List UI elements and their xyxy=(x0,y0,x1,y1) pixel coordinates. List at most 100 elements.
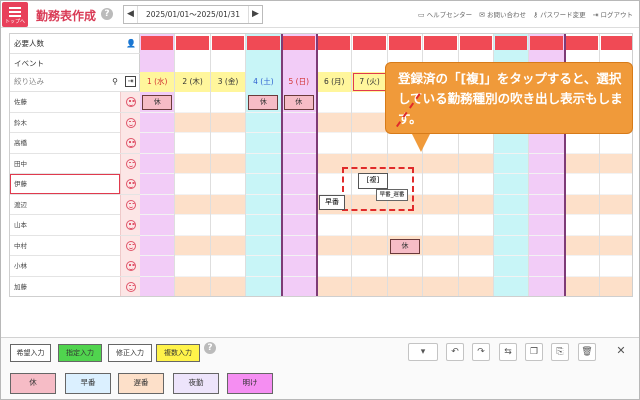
shift-cell[interactable] xyxy=(281,256,316,277)
shift-cell[interactable] xyxy=(494,154,529,174)
day-header[interactable]: 7 (火) xyxy=(352,72,387,92)
shift-type-button[interactable]: 休 xyxy=(10,373,56,394)
shift-cell[interactable] xyxy=(564,235,600,256)
shift-cell[interactable] xyxy=(246,133,281,154)
shift-cell[interactable] xyxy=(210,235,246,256)
filter-row[interactable]: 絞り込み ⚲ ⇥ xyxy=(10,72,140,92)
shift-cell[interactable] xyxy=(352,276,387,296)
search-plus-icon[interactable]: ⚲ xyxy=(112,77,118,87)
face-icon[interactable] xyxy=(120,133,140,153)
shift-cell[interactable] xyxy=(246,236,281,256)
face-icon[interactable] xyxy=(120,92,140,112)
shift-cell[interactable] xyxy=(458,194,493,215)
day-header[interactable]: 3 (金) xyxy=(210,72,246,92)
staff-row[interactable]: 田中 xyxy=(10,153,140,174)
shift-cell[interactable] xyxy=(281,195,316,215)
shift-cell[interactable] xyxy=(529,195,564,215)
shift-cell[interactable] xyxy=(564,256,600,277)
shift-cell[interactable] xyxy=(387,215,423,236)
shift-cell[interactable] xyxy=(140,133,175,154)
shift-cell[interactable] xyxy=(140,277,174,297)
shift-cell[interactable] xyxy=(564,153,600,174)
shift-mark[interactable]: 休 xyxy=(248,95,279,110)
staff-name[interactable]: 田中 xyxy=(14,154,27,174)
shift-cell[interactable] xyxy=(458,215,493,236)
face-icon[interactable] xyxy=(120,235,140,256)
shift-type-button[interactable]: 明け xyxy=(227,373,273,394)
mode-button[interactable]: 修正入力 xyxy=(108,344,152,362)
shift-cell[interactable] xyxy=(281,113,316,133)
shift-cell[interactable] xyxy=(281,154,316,174)
shift-cell[interactable] xyxy=(210,215,246,236)
staff-row[interactable]: 山本 xyxy=(10,215,140,236)
shift-cell[interactable] xyxy=(175,133,210,154)
staff-name[interactable]: 山本 xyxy=(14,215,27,235)
shift-cell[interactable] xyxy=(317,276,352,296)
shift-cell[interactable] xyxy=(317,256,352,277)
shift-cell[interactable] xyxy=(529,277,563,297)
shift-cell[interactable] xyxy=(246,256,281,277)
day-header[interactable]: 1 (水) xyxy=(140,72,175,92)
prev-period-button[interactable]: ◀ xyxy=(124,6,138,23)
day-header[interactable]: 6 (月) xyxy=(317,72,352,92)
shift-cell[interactable] xyxy=(529,215,564,236)
staff-row[interactable]: 渡辺 xyxy=(10,194,140,215)
shift-cell[interactable] xyxy=(175,256,210,277)
dropdown-icon[interactable]: ▾ xyxy=(408,343,438,361)
shift-cell[interactable] xyxy=(175,112,210,133)
shift-cell[interactable]: 休 xyxy=(140,92,175,113)
shift-cell[interactable] xyxy=(210,256,246,277)
shift-cell[interactable] xyxy=(210,174,246,195)
shift-cell[interactable] xyxy=(423,153,458,174)
shift-cell[interactable] xyxy=(458,235,493,256)
shift-cell[interactable] xyxy=(564,276,600,296)
face-icon[interactable] xyxy=(120,112,140,133)
shift-cell[interactable] xyxy=(246,215,281,236)
shift-cell[interactable] xyxy=(387,256,423,277)
shift-cell[interactable] xyxy=(282,277,316,297)
shift-cell[interactable]: 休 xyxy=(387,235,423,256)
shift-cell[interactable] xyxy=(246,277,280,297)
staff-name[interactable]: 小林 xyxy=(14,256,27,276)
shift-cell[interactable] xyxy=(352,92,387,113)
shift-cell[interactable] xyxy=(210,276,246,296)
shift-cell[interactable] xyxy=(600,256,632,277)
header-link-label[interactable]: ヘルプセンター xyxy=(427,11,473,19)
shift-cell[interactable] xyxy=(529,174,564,195)
shift-cell[interactable] xyxy=(494,215,529,236)
shift-cell[interactable] xyxy=(140,256,175,277)
shift-mark[interactable]: 休 xyxy=(389,238,420,254)
shift-cell[interactable] xyxy=(529,236,564,256)
shift-cell[interactable] xyxy=(529,133,564,154)
multi-shift-tag[interactable]: [複] xyxy=(358,173,388,189)
shift-cell[interactable] xyxy=(458,276,493,296)
shift-cell[interactable] xyxy=(423,174,458,195)
shift-cell[interactable] xyxy=(494,277,528,297)
shift-cell[interactable] xyxy=(600,235,632,256)
shift-cell[interactable] xyxy=(529,256,564,277)
face-icon[interactable] xyxy=(120,153,140,174)
shift-cell[interactable] xyxy=(600,174,632,195)
shift-cell[interactable] xyxy=(317,112,352,133)
staff-row[interactable]: 佐藤 xyxy=(10,92,140,113)
shift-cell[interactable] xyxy=(317,133,352,154)
header-link-logout[interactable]: ⇥ ログアウト xyxy=(593,11,633,19)
shift-cell[interactable] xyxy=(140,195,175,215)
staff-name[interactable]: 佐藤 xyxy=(14,92,27,112)
shift-type-button[interactable]: 早番 xyxy=(65,373,111,394)
staff-row[interactable]: 中村 xyxy=(10,235,140,256)
shift-cell[interactable] xyxy=(600,153,632,174)
trash-icon[interactable]: 🗑 xyxy=(578,343,596,361)
staff-row[interactable]: 高橋 xyxy=(10,133,140,154)
copy-icon[interactable]: ❐ xyxy=(525,343,543,361)
date-range-label[interactable]: 2025/01/01～2025/01/31 xyxy=(139,6,247,23)
header-link-label[interactable]: お問い合わせ xyxy=(487,11,526,19)
shift-cell[interactable] xyxy=(458,256,493,277)
shift-mark[interactable]: 休 xyxy=(142,95,173,110)
shift-cell[interactable] xyxy=(140,154,175,174)
staff-row[interactable]: 加藤 xyxy=(10,276,140,296)
shift-cell[interactable] xyxy=(175,235,210,256)
header-link-key[interactable]: ⚷ パスワード変更 xyxy=(533,11,586,19)
filter-label[interactable]: 絞り込み xyxy=(14,72,44,92)
header-link-label[interactable]: パスワード変更 xyxy=(540,11,586,19)
